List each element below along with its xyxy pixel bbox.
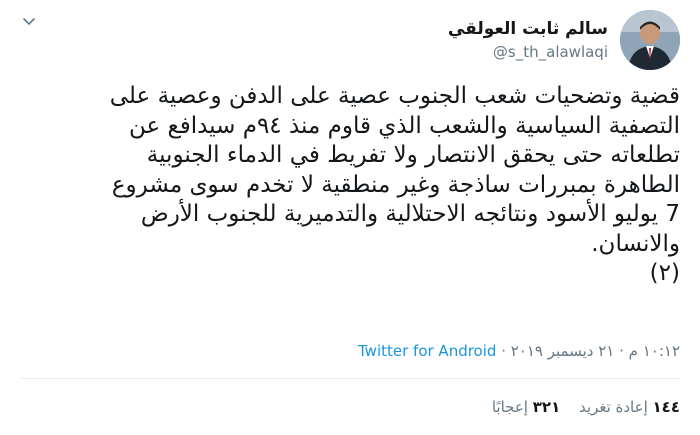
- likes-label: إعجابًا: [491, 398, 528, 416]
- tweet-timestamp[interactable]: ١٠:١٢ م · ٢١ ديسمبر ٢٠١٩: [511, 342, 680, 360]
- avatar[interactable]: [620, 10, 680, 70]
- likes-stat[interactable]: ٣٢١ إعجابًا: [492, 398, 560, 416]
- meta-separator: ·: [496, 342, 511, 360]
- tweet-source-link[interactable]: Twitter for Android: [358, 342, 496, 360]
- tweet-text: قضية وتضحيات شعب الجنوب عصية على الدفن و…: [109, 83, 680, 286]
- chevron-down-icon[interactable]: [20, 12, 38, 30]
- author-display-name[interactable]: سالم ثابت العولقي: [448, 18, 608, 40]
- tweet-stats: ١٤٤ إعادة تغريد ٣٢١ إعجابًا: [20, 397, 680, 417]
- tweet-header: سالم ثابت العولقي @s_th_alawlaqi: [20, 10, 680, 72]
- avatar-image: [620, 10, 680, 70]
- likes-count: ٣٢١: [532, 398, 561, 416]
- retweets-count: ١٤٤: [652, 398, 680, 416]
- author-names: سالم ثابت العولقي @s_th_alawlaqi: [448, 18, 608, 62]
- retweets-label: إعادة تغريد: [579, 398, 648, 416]
- tweet-card: سالم ثابت العولقي @s_th_alawlaqi قضية وت…: [0, 0, 700, 435]
- tweet-meta: ١٠:١٢ م · ٢١ ديسمبر ٢٠١٩ · Twitter for A…: [20, 341, 680, 361]
- author-handle[interactable]: @s_th_alawlaqi: [448, 42, 608, 62]
- divider: [20, 378, 680, 379]
- retweets-stat[interactable]: ١٤٤ إعادة تغريد: [579, 398, 680, 416]
